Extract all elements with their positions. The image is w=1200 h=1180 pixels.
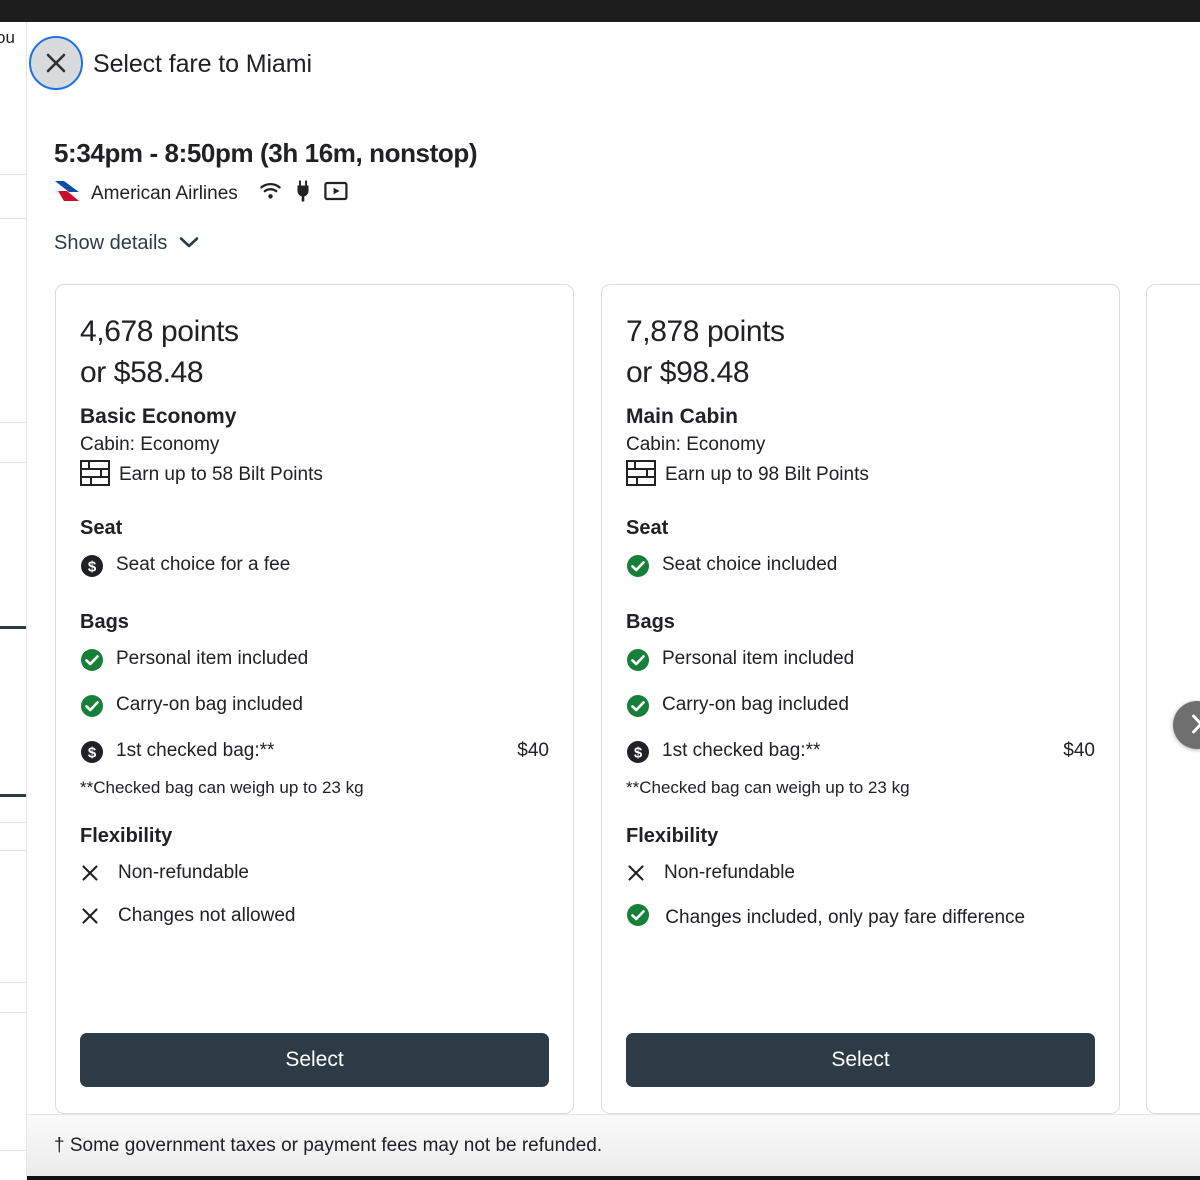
- flexibility-section-title: Flexibility: [626, 825, 719, 848]
- fee-dollar-icon: $: [80, 740, 104, 772]
- fare-selection-modal: Select fare to Miami 5:34pm - 8:50pm (3h…: [27, 22, 1200, 1180]
- earn-points-row: Earn up to 98 Bilt Points: [626, 459, 1095, 491]
- page-title: Select fare to Miami: [93, 50, 312, 78]
- svg-text:$: $: [88, 744, 97, 761]
- footer-bottom-edge: [27, 1176, 1200, 1180]
- bilt-brick-icon: [626, 459, 656, 491]
- bag-fee-amount: $40: [1063, 739, 1095, 761]
- check-circle-icon: [626, 648, 650, 680]
- bags-note: **Checked bag can weigh up to 23 kg: [80, 778, 364, 798]
- bags-section-title: Bags: [626, 611, 675, 634]
- close-icon: [43, 50, 69, 76]
- close-button[interactable]: [29, 36, 83, 90]
- modal-header: Select fare to Miami: [27, 22, 1200, 118]
- flexibility-feature-label: Non-refundable: [118, 862, 249, 884]
- fare-name: Basic Economy: [80, 404, 237, 428]
- bag-feature-row: Personal item included: [626, 646, 1095, 680]
- fare-card[interactable]: 4,678 points or $58.48 Basic Economy Cab…: [55, 284, 574, 1114]
- chevron-right-icon: [1187, 713, 1200, 738]
- background-page-sliver: ou: [0, 22, 26, 1180]
- fee-dollar-icon: $: [626, 740, 650, 772]
- flexibility-feature-label: Non-refundable: [664, 862, 795, 884]
- check-circle-icon: [80, 694, 104, 726]
- airline-name: American Airlines: [91, 182, 238, 204]
- chevron-down-icon: [179, 232, 199, 255]
- fare-card-partial[interactable]: [1146, 284, 1200, 1114]
- earn-points-label: Earn up to 58 Bilt Points: [119, 464, 323, 486]
- flexibility-section-title: Flexibility: [80, 825, 173, 848]
- flexibility-feature-row: Non-refundable: [80, 860, 549, 891]
- fare-points: 4,678 points: [80, 315, 239, 348]
- flexibility-feature-label: Changes not allowed: [118, 905, 296, 927]
- select-button[interactable]: Select: [80, 1033, 549, 1087]
- screen: ou Select fare to Miami 5:34pm - 8:50pm …: [0, 0, 1200, 1180]
- flexibility-feature-row: Changes included, only pay fare differen…: [626, 903, 1095, 936]
- bag-feature-row: Carry-on bag included: [626, 692, 1095, 726]
- svg-text:$: $: [88, 558, 97, 575]
- background-text-fragment: ou: [0, 28, 15, 47]
- fare-cabin: Cabin: Economy: [80, 433, 220, 455]
- fare-points: 7,878 points: [626, 315, 785, 348]
- seat-section-title: Seat: [80, 516, 123, 539]
- bags-section-title: Bags: [80, 611, 129, 634]
- bag-feature-label: Personal item included: [662, 648, 855, 670]
- select-button[interactable]: Select: [626, 1033, 1095, 1087]
- fare-card[interactable]: 7,878 points or $98.48 Main Cabin Cabin:…: [601, 284, 1120, 1114]
- flight-times: 5:34pm - 8:50pm (3h 16m, nonstop): [54, 138, 478, 168]
- modal-footer: † Some government taxes or payment fees …: [27, 1114, 1200, 1180]
- fare-cabin: Cabin: Economy: [626, 433, 766, 455]
- fee-dollar-icon: $: [80, 554, 104, 586]
- footer-disclaimer: † Some government taxes or payment fees …: [54, 1135, 603, 1156]
- x-icon: [626, 863, 646, 891]
- show-details-toggle[interactable]: Show details: [54, 232, 199, 255]
- check-circle-icon: [626, 554, 650, 586]
- bag-feature-row: $ 1st checked bag:** $40: [80, 738, 549, 772]
- bag-feature-label: 1st checked bag:**: [662, 739, 821, 761]
- seat-section-title: Seat: [626, 516, 669, 539]
- in-flight-entertainment-icon: [324, 181, 348, 206]
- bags-note: **Checked bag can weigh up to 23 kg: [626, 778, 910, 798]
- american-airlines-logo: [52, 178, 82, 209]
- bag-feature-label: Personal item included: [116, 648, 309, 670]
- power-outlet-icon: [295, 180, 311, 207]
- seat-feature-row: $ Seat choice for a fee: [80, 552, 549, 586]
- airline-row: American Airlines: [52, 178, 348, 209]
- bag-feature-row: Personal item included: [80, 646, 549, 680]
- seat-feature-label: Seat choice for a fee: [116, 553, 291, 575]
- x-icon: [80, 906, 100, 934]
- flexibility-feature-row: Changes not allowed: [80, 903, 549, 934]
- browser-top-bar: [0, 0, 1200, 22]
- check-circle-icon: [626, 694, 650, 726]
- bag-feature-row: Carry-on bag included: [80, 692, 549, 726]
- x-icon: [80, 863, 100, 891]
- earn-points-label: Earn up to 98 Bilt Points: [665, 464, 869, 486]
- check-circle-icon: [626, 904, 655, 932]
- bag-feature-label: Carry-on bag included: [662, 694, 849, 716]
- seat-feature-label: Seat choice included: [662, 553, 838, 575]
- svg-text:$: $: [634, 744, 643, 761]
- amenities-list: [259, 180, 348, 207]
- check-circle-icon: [80, 648, 104, 680]
- show-details-label: Show details: [54, 232, 168, 254]
- fare-cards-carousel: 4,678 points or $58.48 Basic Economy Cab…: [27, 284, 1200, 1114]
- fare-cash-price: or $98.48: [626, 356, 750, 390]
- bag-feature-label: 1st checked bag:**: [116, 739, 275, 761]
- seat-feature-row: Seat choice included: [626, 552, 1095, 586]
- wifi-icon: [259, 181, 282, 206]
- bilt-brick-icon: [80, 459, 110, 491]
- fare-cash-price: or $58.48: [80, 356, 204, 390]
- bag-fee-amount: $40: [517, 739, 549, 761]
- earn-points-row: Earn up to 58 Bilt Points: [80, 459, 549, 491]
- fare-name: Main Cabin: [626, 404, 739, 428]
- bag-feature-row: $ 1st checked bag:** $40: [626, 738, 1095, 772]
- bag-feature-label: Carry-on bag included: [116, 694, 303, 716]
- flexibility-feature-label: Changes included, only pay fare differen…: [665, 907, 1026, 929]
- flexibility-feature-row: Non-refundable: [626, 860, 1095, 891]
